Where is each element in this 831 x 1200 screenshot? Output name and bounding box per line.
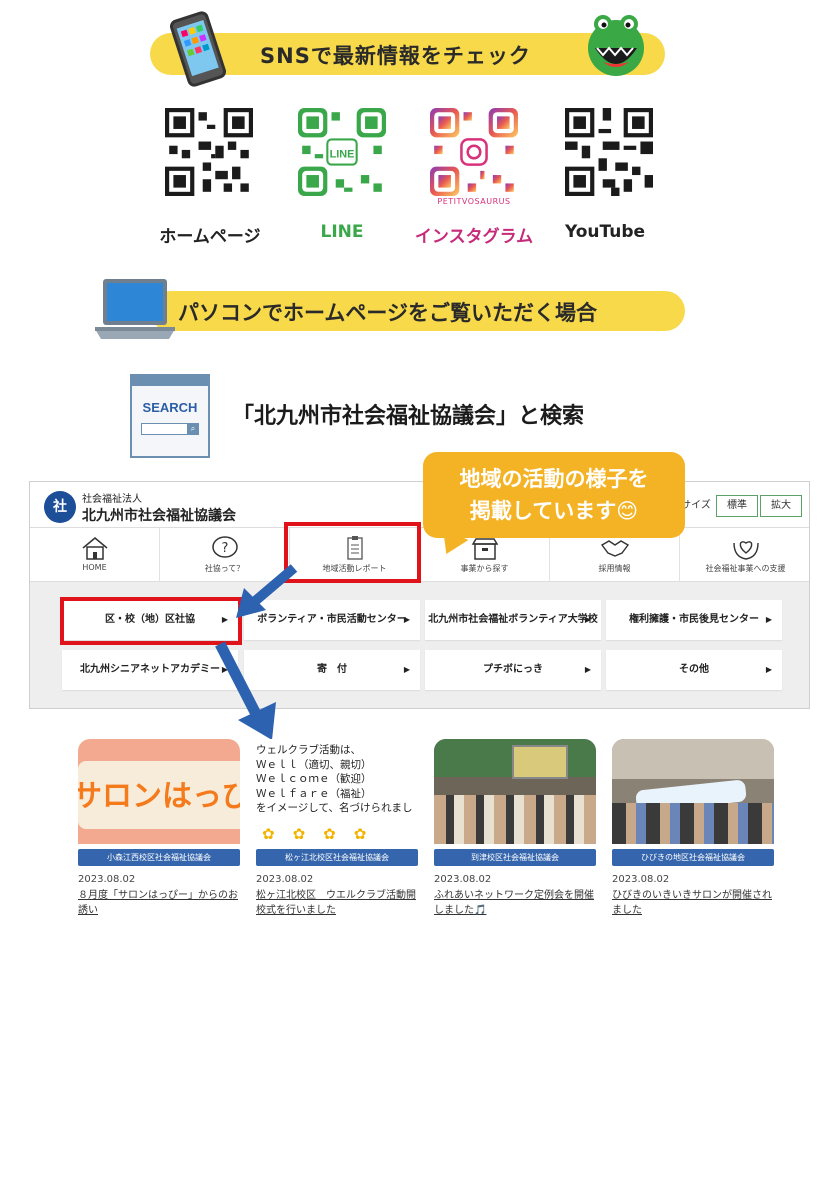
font-size-large-button[interactable]: 拡大 (760, 495, 802, 517)
card-date: 2023.08.02 (612, 874, 670, 885)
card-date: 2023.08.02 (78, 874, 136, 885)
site-logo[interactable]: 社 (44, 491, 76, 523)
subnav-rights-center[interactable]: 権利擁護・市民後見センター ▶ (606, 600, 782, 640)
instagram-qr-code[interactable] (430, 108, 518, 196)
card-tag[interactable]: ひびきの地区社会福祉協議会 (612, 849, 774, 866)
news-card[interactable]: ウェルクラブ活動は、 Ｗｅｌｌ（適切、親切） Ｗｅｌｃｏｍｅ（歓迎） Ｗｅｌｆａ… (256, 739, 418, 918)
callout-line1: 地域の活動の様子を (459, 467, 649, 491)
card-title[interactable]: ひびきのいきいきサロンが開催されました (612, 888, 774, 918)
website-screenshot: 社 社会福祉法人 北九州市社会福祉協議会 字サイズ 標準 拡大 HOME ? 社… (29, 481, 810, 709)
nav-support[interactable]: 社会福祉事業への支援 (680, 528, 809, 583)
nav-home[interactable]: HOME (30, 528, 160, 583)
card-image[interactable] (612, 739, 774, 844)
line-qr-inner-text: LINE (330, 148, 355, 160)
youtube-qr-code[interactable] (565, 108, 653, 196)
card-title[interactable]: ふれあいネットワーク定例会を開催しました🎵 (434, 888, 596, 918)
caret-right-icon: ▶ (403, 665, 410, 674)
sns-banner-title: SNSで最新情報をチェック (260, 44, 531, 68)
caret-right-icon: ▶ (403, 615, 410, 624)
smartphone-icon (168, 9, 228, 89)
svg-text:?: ? (221, 541, 228, 556)
card-date: 2023.08.02 (434, 874, 492, 885)
pc-banner: パソコンでホームページをご覧いただく場合 (150, 291, 685, 331)
font-size-standard-button[interactable]: 標準 (716, 495, 758, 517)
magnifier-icon: ⌕ (187, 423, 199, 435)
search-window-label: SEARCH (142, 400, 198, 415)
caret-right-icon: ▶ (584, 615, 591, 624)
news-card[interactable]: 到津校区社会福祉協議会 2023.08.02 ふれあいネットワーク定例会を開催し… (434, 739, 596, 918)
box-icon (471, 538, 498, 560)
home-icon (82, 537, 107, 560)
caret-right-icon: ▶ (765, 615, 772, 624)
arrow-to-district-icon (236, 564, 298, 618)
search-window-illustration: SEARCH ⌕ (130, 374, 210, 458)
instagram-account-name: PETITVOSAURUS (437, 197, 511, 206)
card-tag[interactable]: 松ヶ江北校区社会福祉協議会 (256, 849, 418, 866)
line-qr-code[interactable]: LINE (298, 108, 386, 196)
homepage-label: ホームページ (159, 227, 261, 247)
youtube-label: YouTube (564, 222, 646, 242)
dinosaur-mascot-icon (588, 15, 644, 76)
heart-hands-icon (732, 541, 759, 560)
sunflower-icon: ✿✿✿✿ (262, 825, 385, 843)
card-date: 2023.08.02 (256, 874, 314, 885)
highlight-activity-report (284, 522, 421, 583)
search-instruction: 「北九州市社会福祉協議会」と検索 (232, 404, 585, 429)
caret-right-icon: ▶ (584, 665, 591, 674)
org-name[interactable]: 北九州市社会福祉協議会 (82, 505, 236, 525)
site-header: 社 社会福祉法人 北九州市社会福祉協議会 字サイズ 標準 拡大 (30, 482, 809, 527)
card-image[interactable] (434, 739, 596, 844)
homepage-qr-code[interactable] (165, 108, 253, 196)
activity-callout: 地域の活動の様子を 掲載しています😊 (423, 452, 685, 538)
news-card[interactable]: サロンはっぴー 小森江西校区社会福祉協議会 2023.08.02 ８月度「サロン… (78, 739, 240, 918)
laptop-icon (95, 279, 175, 339)
news-card[interactable]: ひびきの地区社会福祉協議会 2023.08.02 ひびきのいきいきサロンが開催さ… (612, 739, 774, 918)
card-image[interactable]: ウェルクラブ活動は、 Ｗｅｌｌ（適切、親切） Ｗｅｌｃｏｍｅ（歓迎） Ｗｅｌｆａ… (256, 739, 418, 844)
subnav-other[interactable]: その他 ▶ (606, 650, 782, 690)
card-image-text: サロンはっぴー (78, 779, 240, 814)
subnav-volunteer-college[interactable]: 北九州市社会福祉ボランティア大学校 ▶ (425, 600, 601, 640)
caret-right-icon: ▶ (765, 665, 772, 674)
pc-banner-title: パソコンでホームページをご覧いただく場合 (178, 301, 597, 325)
card-title[interactable]: 松ヶ江北校区 ウエルクラブ活動開校式を行いました (256, 888, 418, 918)
card-title[interactable]: ８月度「サロンはっぴー」からのお誘い (78, 888, 240, 918)
callout-line2: 掲載しています😊 (469, 499, 639, 523)
subnav-petitbo-diary[interactable]: プチボにっき ▶ (425, 650, 601, 690)
card-tag[interactable]: 小森江西校区社会福祉協議会 (78, 849, 240, 866)
question-icon: ? (211, 536, 238, 558)
line-label: LINE (320, 222, 364, 242)
highlight-district-council (60, 597, 242, 645)
handshake-icon (600, 540, 629, 557)
org-type: 社会福祉法人 (82, 494, 142, 505)
instagram-label: インスタグラム (414, 227, 534, 247)
card-tag[interactable]: 到津校区社会福祉協議会 (434, 849, 596, 866)
arrow-to-cards-icon (215, 641, 276, 740)
card-image[interactable]: サロンはっぴー (78, 739, 240, 844)
